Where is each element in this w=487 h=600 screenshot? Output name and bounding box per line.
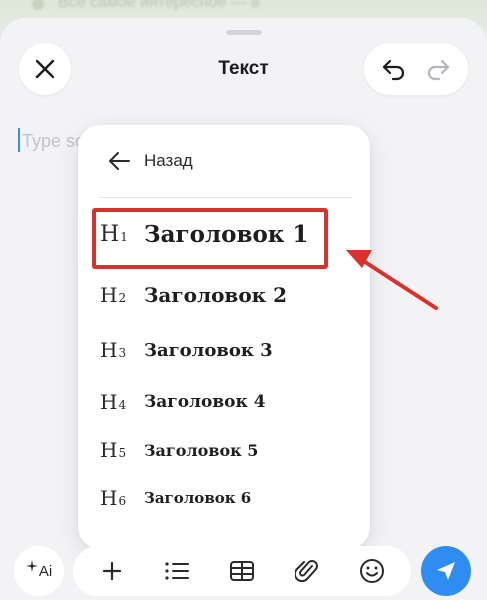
back-label: Назад [144, 151, 193, 170]
heading-3-icon: H3 [100, 338, 127, 362]
back-arrow-icon [109, 152, 130, 170]
send-button[interactable] [421, 546, 471, 596]
backdrop-text: Всё самое интересное — в [58, 0, 260, 11]
annotation-highlight-box [92, 208, 328, 269]
plus-icon [102, 561, 121, 581]
list-button[interactable] [155, 549, 199, 593]
heading-5-label: Заголовок 5 [144, 440, 259, 460]
undo-icon [382, 59, 405, 81]
heading-5-icon: H5 [100, 438, 127, 462]
emoji-icon [360, 559, 385, 583]
undo-redo-group [364, 43, 468, 95]
attach-button[interactable] [285, 549, 329, 593]
heading-4-label: Заголовок 4 [144, 392, 266, 412]
send-icon [437, 562, 455, 580]
heading-item-4[interactable]: H4 Заголовок 4 [100, 390, 350, 414]
menu-divider [98, 197, 352, 198]
heading-3-label: Заголовок 3 [144, 339, 273, 361]
redo-icon [427, 59, 450, 81]
table-button[interactable] [220, 549, 264, 593]
ai-button[interactable]: Ai [14, 546, 64, 596]
emoji-button[interactable] [350, 549, 394, 593]
heading-item-3[interactable]: H3 Заголовок 3 [100, 338, 350, 362]
redo-button[interactable] [418, 49, 458, 89]
ai-label: Ai [38, 562, 53, 580]
heading-2-icon: H2 [100, 283, 127, 307]
heading-item-5[interactable]: H5 Заголовок 5 [100, 438, 350, 462]
list-icon [165, 562, 189, 580]
add-button[interactable] [90, 549, 134, 593]
heading-6-label: Заголовок 6 [144, 489, 252, 507]
heading-menu: Назад H1 Заголовок 1 H2 Заголовок 2 H3 З… [78, 125, 370, 549]
sparkle-icon [25, 560, 38, 572]
attachment-icon [295, 560, 319, 583]
heading-item-2[interactable]: H2 Заголовок 2 [100, 283, 350, 307]
backdrop-avatar [32, 0, 44, 10]
text-cursor [18, 128, 20, 152]
heading-6-icon: H6 [100, 486, 127, 510]
editor-input[interactable]: Type something [22, 131, 84, 152]
table-icon [229, 561, 254, 581]
heading-item-6[interactable]: H6 Заголовок 6 [100, 486, 350, 510]
back-button[interactable]: Назад [108, 145, 193, 177]
bottom-toolbar: Ai [0, 546, 487, 600]
undo-button[interactable] [374, 49, 414, 89]
sheet-grabber[interactable] [226, 30, 262, 35]
heading-4-icon: H4 [100, 390, 127, 414]
heading-2-label: Заголовок 2 [144, 283, 287, 307]
formatting-tools [73, 546, 411, 596]
